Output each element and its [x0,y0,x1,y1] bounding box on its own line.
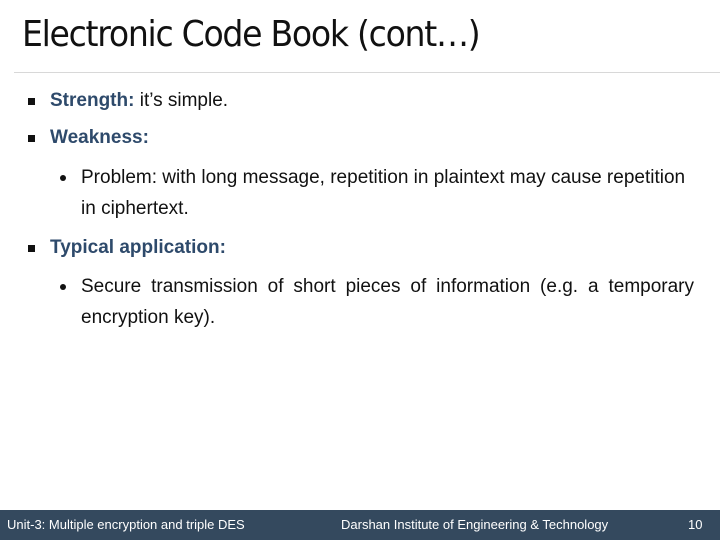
page-number: 10 [688,517,703,532]
bullet-text: it’s simple. [134,90,229,111]
bullet-label: Typical application: [50,237,226,258]
sub-bullet-text: Secure transmission of short pieces of i… [81,276,694,328]
footer-unit: Unit-3: Multiple encryption and triple D… [7,517,245,532]
sub-bullet-text: Problem: with long message, repetition i… [81,167,686,219]
footer-bar: Unit-3: Multiple encryption and triple D… [0,510,720,540]
title-divider [14,72,720,73]
round-bullet-icon [60,175,66,181]
bullet-label: Weakness: [50,127,149,148]
bullet-label: Strength: [50,90,135,111]
sub-bullet-problem: Problem: with long message, repetition i… [58,162,694,224]
footer-institute: Darshan Institute of Engineering & Techn… [341,517,609,532]
slide-title: Electronic Code Book (cont…) [22,14,481,55]
square-bullet-icon [28,135,35,142]
sub-bullet-secure-transmission: Secure transmission of short pieces of i… [58,271,694,333]
square-bullet-icon [28,245,35,252]
square-bullet-icon [28,98,35,105]
round-bullet-icon [60,284,66,290]
